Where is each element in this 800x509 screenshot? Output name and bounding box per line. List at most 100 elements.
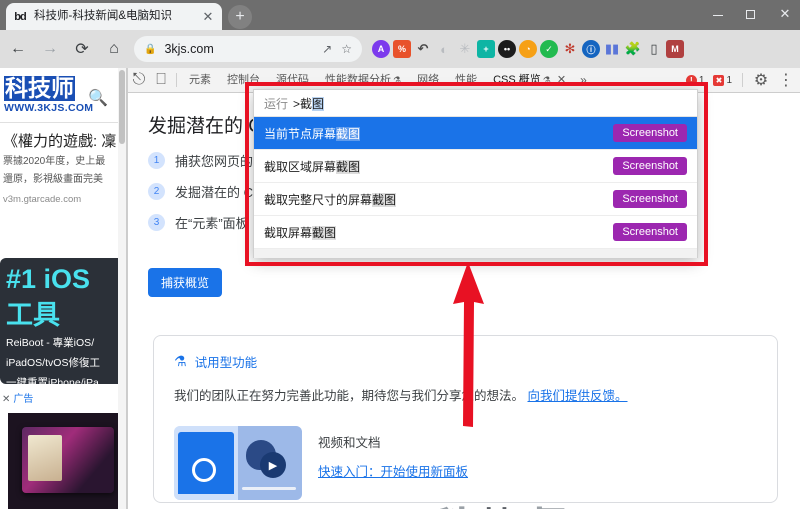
command-category-badge: Screenshot [613, 124, 687, 142]
error-icon: ! [685, 74, 697, 86]
ad-line-1: 票據2020年度，史上最 [3, 156, 106, 167]
adblock-extension[interactable]: A [372, 40, 390, 58]
ad-banner-headline-2: 工具 [6, 300, 60, 330]
feedback-link[interactable]: 向我们提供反馈。 [528, 389, 628, 403]
step-text: 发掘潜在的 C [175, 185, 254, 200]
website-content: 科技师 WWW.3KJS.COM 🔍 《權力的遊戲: 凜 票據2020年度，史上… [0, 68, 127, 509]
selected-char: 图 [312, 96, 325, 111]
command-category-badge: Screenshot [613, 190, 687, 208]
browser-tab[interactable]: bd 科技师-科技新闻&电脑知识 ✕ [6, 3, 222, 30]
ad-banner-sub-2: iPadOS/tvOS修復工 [6, 357, 100, 369]
command-results: 当前节点屏幕截图 Screenshot 截取区域屏幕截图 Screenshot 截取完整… [254, 117, 697, 249]
command-input[interactable]: 运行 >截图 [254, 90, 697, 117]
card-title: 试用型功能 [194, 356, 258, 370]
capture-overview-button[interactable]: 捕获概览 [148, 268, 223, 297]
command-palette[interactable]: 运行 >截图 当前节点屏幕截图 Screenshot 截取区域屏幕截图 Screens… [253, 89, 698, 258]
share-icon[interactable]: ↗ [322, 42, 332, 56]
site-logo-domain: WWW.3KJS.COM [4, 102, 94, 114]
evernote-extension[interactable]: ◐ [435, 40, 453, 58]
puzzle-extension[interactable]: 🧩 [624, 40, 642, 58]
issue-icon: ✖ [713, 74, 725, 86]
step-number: 1 [148, 152, 165, 169]
maximize-button[interactable] [734, 0, 767, 30]
back-button[interactable]: ← [4, 35, 32, 63]
devtools-tab-0[interactable]: 元素 [181, 68, 219, 92]
ad-label: 广告 [13, 394, 34, 405]
bug-extension[interactable]: ✻ [561, 40, 579, 58]
overview-step: 3 在“元素”面板 [148, 213, 253, 232]
ad-banner-sub-3: 一鍵重置iPhone/iPa [6, 377, 99, 384]
reload-button[interactable]: ⟳ [68, 35, 96, 63]
more-vertical-icon[interactable]: ⋮ [775, 69, 797, 91]
translate-extension[interactable]: % [393, 40, 411, 58]
divider [742, 73, 743, 87]
ad-image-ipad[interactable] [8, 413, 126, 509]
books-extension[interactable]: ▮▮ [603, 40, 621, 58]
profile-avatar[interactable]: M [666, 40, 684, 58]
extensions-strip: A% ↶ ◐ ✳ + •• ◔ ✓ ✻ ⓘ ▮▮ 🧩 ▯ M [372, 40, 684, 58]
ad-disclosure[interactable]: ✕ 广告 [2, 390, 33, 405]
tab-title: 科技师-科技新闻&电脑知识 [34, 10, 172, 22]
video-quickstart-link[interactable]: 快速入门：开始使用新面板 [318, 461, 468, 480]
undo-extension[interactable]: ↶ [414, 40, 432, 58]
command-prefix-label: 运行 [264, 96, 289, 111]
command-label-match: 截图 [312, 225, 337, 240]
title-bar: bd 科技师-科技新闻&电脑知识 ✕ + ✕ [0, 0, 800, 30]
command-item[interactable]: 截取区域屏幕截图 Screenshot [254, 150, 697, 183]
minimize-button[interactable] [701, 0, 734, 30]
ad-line-2: 還原，影視級畫面完美 [3, 174, 103, 185]
more-tabs-button[interactable]: » [574, 73, 593, 87]
video-thumbnail[interactable]: ▶ [174, 426, 302, 500]
ad-banner-ios[interactable]: #1 iOS 工具 ReiBoot - 專業iOS/ iPadOS/tvOS修復… [0, 258, 126, 384]
page-title: 发掘潜在的 C [148, 116, 263, 137]
step-number: 2 [148, 183, 165, 200]
close-tab-button[interactable]: ✕ [200, 9, 216, 25]
error-badge[interactable]: ! 1 [683, 74, 708, 86]
command-label-match: 截图 [336, 126, 361, 141]
home-button[interactable]: ⌂ [100, 35, 128, 63]
devtools-tab-label: 元素 [189, 74, 211, 86]
command-label-match: 截图 [336, 159, 361, 174]
lock-icon: 🔒 [144, 43, 157, 55]
flask-icon: ⚗ [174, 353, 187, 369]
sidepanel-icon[interactable]: ▯ [645, 40, 663, 58]
device-toolbar-icon[interactable]: ⎕ [150, 69, 172, 91]
annotation-arrow [453, 262, 484, 427]
bookmark-star-icon[interactable]: ☆ [341, 42, 352, 56]
address-bar[interactable]: 🔒 3kjs.com ↗ ☆ [134, 36, 362, 62]
gear-icon[interactable]: ⚙ [750, 69, 772, 91]
scrollbar-thumb[interactable] [119, 70, 125, 144]
new-tab-button[interactable]: + [228, 5, 252, 29]
play-icon[interactable]: ▶ [260, 452, 286, 478]
step-text: 在“元素”面板 [175, 216, 249, 231]
command-item[interactable]: 当前节点屏幕截图 Screenshot [254, 117, 697, 150]
issue-count: 1 [726, 74, 732, 86]
browser-window: bd 科技师-科技新闻&电脑知识 ✕ + ✕ ← → ⟳ ⌂ 🔒 3kjs.co… [0, 0, 800, 509]
video-section-title: 视频和文档 [318, 436, 381, 450]
forward-button[interactable]: → [36, 35, 64, 63]
info-extension[interactable]: ⓘ [582, 40, 600, 58]
close-icon[interactable]: ✕ [2, 394, 10, 405]
chrome-logo-icon [192, 458, 216, 482]
command-item-label: 截取区域屏幕截图 [264, 158, 361, 175]
command-item[interactable]: 截取完整尺寸的屏幕截图 Screenshot [254, 183, 697, 216]
command-item[interactable]: 截取屏幕截图 Screenshot [254, 216, 697, 249]
glasses-extension[interactable]: •• [498, 40, 516, 58]
copy-extension[interactable]: + [477, 40, 495, 58]
site-logo[interactable]: 科技师 WWW.3KJS.COM [4, 76, 98, 114]
wheel-extension[interactable]: ✳ [456, 40, 474, 58]
clock-extension[interactable]: ◔ [519, 40, 537, 58]
issue-badge[interactable]: ✖ 1 [710, 74, 735, 86]
close-window-button[interactable]: ✕ [767, 0, 800, 30]
inspect-element-icon[interactable]: ⎋ [128, 69, 150, 91]
search-icon[interactable]: 🔍 [88, 88, 108, 108]
ad-text-block[interactable]: 《權力的遊戲: 凜 票據2020年度，史上最 還原，影視級畫面完美 v3m.gt… [3, 130, 126, 205]
ad-title: 《權力的遊戲: 凜 [3, 133, 117, 150]
overview-steps: 1 捕获您网页的 2 发掘潜在的 C 3 在“元素”面板 [148, 151, 253, 244]
command-label-match: 截图 [372, 192, 397, 207]
command-label-plain: 截取区域屏幕 [264, 159, 337, 174]
page-scrollbar[interactable] [118, 68, 126, 509]
check-extension[interactable]: ✓ [540, 40, 558, 58]
step-number: 3 [148, 214, 165, 231]
command-label-plain: 截取屏幕 [264, 225, 313, 240]
